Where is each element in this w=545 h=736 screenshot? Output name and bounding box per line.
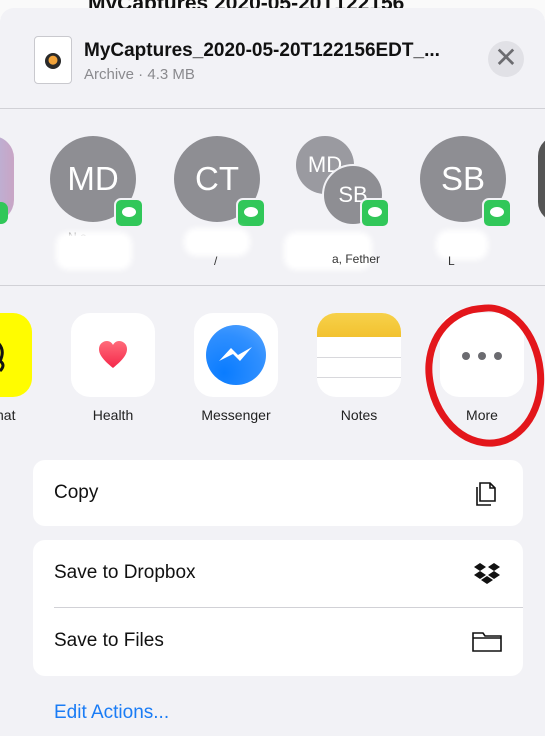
action-label: Save to Files: [54, 630, 164, 651]
contact-ct[interactable]: CT: [174, 136, 266, 228]
notes-icon: [317, 313, 401, 397]
copy-icon: [476, 482, 496, 506]
dropbox-icon: [474, 563, 500, 584]
snapchat-app-partial[interactable]: [0, 313, 32, 397]
messages-badge-icon: [236, 198, 266, 228]
redaction-blur: [188, 232, 246, 252]
copy-card: Copy: [33, 460, 523, 526]
messenger-tile: [194, 313, 278, 397]
action-label: Copy: [54, 482, 99, 503]
contact-group[interactable]: MD SB: [296, 136, 390, 228]
app-label-partial: hat: [0, 407, 16, 423]
contacts-divider: [0, 285, 545, 286]
app-messenger[interactable]: Messenger: [194, 313, 278, 423]
notes-header-band: [317, 313, 401, 337]
contact-name: a, Fether: [332, 252, 381, 266]
file-name: MyCaptures_2020-05-20T122156EDT_...: [84, 40, 440, 61]
red-annotation-circle: [418, 299, 545, 453]
contact-name: /: [214, 254, 218, 268]
action-label: Save to Dropbox: [54, 562, 196, 583]
app-notes[interactable]: Notes: [317, 313, 401, 423]
app-label: Health: [92, 407, 134, 423]
contact-sb[interactable]: SB: [420, 136, 512, 228]
messages-badge-icon: [360, 198, 390, 228]
archive-file-icon: [34, 36, 72, 84]
app-badge-icon: [45, 53, 61, 69]
health-tile: [71, 313, 155, 397]
heart-icon: [99, 341, 127, 368]
header-divider: [0, 108, 545, 109]
close-button[interactable]: ✕: [488, 41, 524, 77]
folder-icon: [472, 632, 502, 652]
copy-action[interactable]: Copy: [33, 460, 523, 526]
contact-name: L: [448, 254, 455, 268]
redaction-blur: [440, 234, 484, 256]
messenger-icon: [206, 325, 266, 385]
save-card: Save to Dropbox Save to Files: [33, 540, 523, 676]
save-to-dropbox-action[interactable]: Save to Dropbox: [33, 540, 523, 606]
messages-badge-icon: [482, 198, 512, 228]
file-subtitle: Archive · 4.3 MB: [84, 66, 195, 83]
messenger-bolt-icon: [219, 347, 252, 361]
contact-md[interactable]: MD: [50, 136, 144, 228]
snapchat-ghost-icon: [0, 342, 5, 373]
app-health[interactable]: Health: [71, 313, 155, 423]
save-to-files-action[interactable]: Save to Files: [33, 608, 523, 674]
airdrop-contact-partial[interactable]: [0, 136, 16, 224]
notes-line: [317, 357, 401, 358]
app-label: Messenger: [201, 407, 271, 423]
redaction-blur: [60, 236, 128, 266]
share-sheet: MyCaptures_2020-05-20T122156EDT_... Arch…: [0, 8, 545, 736]
messages-badge-icon: [114, 198, 144, 228]
contact-partial-right[interactable]: [538, 136, 545, 222]
notes-line: [317, 377, 401, 378]
edit-actions-link[interactable]: Edit Actions...: [54, 702, 169, 724]
app-label: Notes: [340, 407, 378, 423]
